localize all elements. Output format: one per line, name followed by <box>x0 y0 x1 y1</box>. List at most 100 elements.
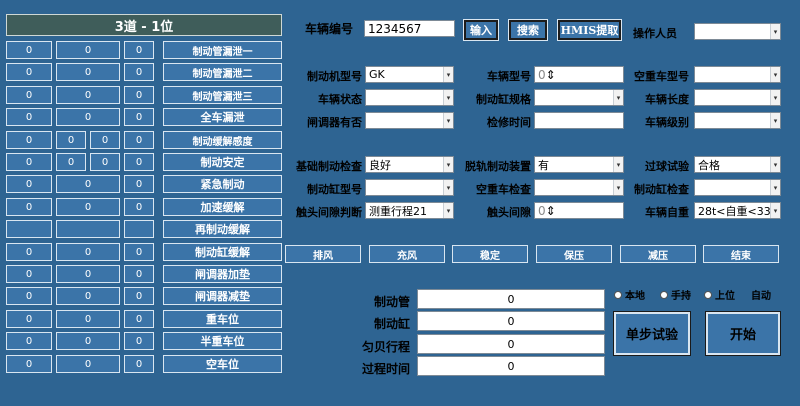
mode-local-radio[interactable]: 本地 <box>614 287 645 302</box>
action-button[interactable]: 充风 <box>369 245 445 263</box>
gap-field[interactable]: 0 ⇕ <box>534 202 624 219</box>
readout-value: 0 <box>417 311 605 331</box>
value-cell: 0 <box>6 108 52 126</box>
chevron-down-icon[interactable]: ▾ <box>613 157 623 172</box>
readout-label: 匀贝行程 <box>361 340 410 354</box>
hump-label: 过球试验 <box>645 160 689 173</box>
empty-check-label: 空重车检查 <box>476 183 531 196</box>
empty-heavy-label: 空重车型号 <box>634 70 689 83</box>
vehicle-state-label: 车辆状态 <box>318 93 362 106</box>
chevron-down-icon[interactable]: ▾ <box>443 203 453 218</box>
vehicle-state-select[interactable]: ▾ <box>365 89 454 106</box>
spinner-icon[interactable]: ⇕ <box>546 68 556 82</box>
hmis-extract-button[interactable]: HMIS提取 <box>557 19 622 41</box>
value-cell: 0 <box>90 131 120 149</box>
vehicle-no-input[interactable]: 1234567 <box>364 20 455 37</box>
value-cell: 0 <box>6 287 52 305</box>
car-level-select[interactable]: ▾ <box>694 112 781 129</box>
test-item-button[interactable]: 半重车位 <box>163 332 282 350</box>
test-item-button[interactable]: 加速缓解 <box>163 198 282 216</box>
action-button[interactable]: 稳定 <box>452 245 528 263</box>
chevron-down-icon[interactable]: ▾ <box>613 180 623 195</box>
input-button[interactable]: 输入 <box>463 19 499 41</box>
test-item-button[interactable]: 制动管漏泄二 <box>163 63 282 81</box>
test-item-button[interactable]: 再制动缓解 <box>163 220 282 238</box>
repair-time-field[interactable] <box>534 112 624 129</box>
empty-cell <box>56 220 120 238</box>
operator-select[interactable]: ▾ <box>694 23 781 40</box>
value-cell: 0 <box>6 86 52 104</box>
value-cell: 0 <box>56 198 120 216</box>
value-cell: 0 <box>56 153 86 171</box>
test-item-button[interactable]: 制动缓解感度 <box>163 131 282 149</box>
test-item-button[interactable]: 制动管漏泄一 <box>163 41 282 59</box>
value-cell: 0 <box>56 41 120 59</box>
car-length-select[interactable]: ▾ <box>694 89 781 106</box>
value-cell: 0 <box>124 198 154 216</box>
gap-judge-label: 触头间隙判断 <box>296 206 362 219</box>
search-button[interactable]: 搜索 <box>508 19 548 41</box>
test-item-button[interactable]: 制动管漏泄三 <box>163 86 282 104</box>
value-cell: 0 <box>6 332 52 350</box>
radio-dot-icon <box>660 290 668 299</box>
action-button[interactable]: 结束 <box>703 245 779 263</box>
mode-manual-radio[interactable]: 手持 <box>660 287 691 302</box>
value-cell: 0 <box>6 198 52 216</box>
value-cell: 0 <box>6 243 52 261</box>
chevron-down-icon[interactable]: ▾ <box>770 67 780 82</box>
chevron-down-icon[interactable]: ▾ <box>770 113 780 128</box>
test-item-button[interactable]: 闸调器减垫 <box>163 287 282 305</box>
adjuster-select[interactable]: ▾ <box>365 112 454 129</box>
position-title: 3道 - 1位 <box>6 14 282 36</box>
value-cell: 0 <box>124 41 154 59</box>
empty-heavy-select[interactable]: ▾ <box>694 66 781 83</box>
value-cell: 0 <box>124 310 154 328</box>
value-cell: 0 <box>90 153 120 171</box>
test-item-button[interactable]: 重车位 <box>163 310 282 328</box>
hump-select[interactable]: 合格 ▾ <box>694 156 781 173</box>
chevron-down-icon[interactable]: ▾ <box>443 67 453 82</box>
chevron-down-icon[interactable]: ▾ <box>443 157 453 172</box>
start-button[interactable]: 开始 <box>705 311 781 356</box>
chevron-down-icon[interactable]: ▾ <box>613 90 623 105</box>
spinner-icon[interactable]: ⇕ <box>546 204 556 218</box>
mode-upper-radio[interactable]: 上位 <box>704 287 735 302</box>
mode-upper-label: 上位 <box>715 291 735 302</box>
chevron-down-icon[interactable]: ▾ <box>770 203 780 218</box>
derail-label: 脱轨制动装置 <box>465 160 531 173</box>
brake-model-select[interactable]: GK ▾ <box>365 66 454 83</box>
test-item-button[interactable]: 制动安定 <box>163 153 282 171</box>
test-item-button[interactable]: 闸调器加垫 <box>163 265 282 283</box>
value-cell: 0 <box>124 63 154 81</box>
gap-judge-select[interactable]: 测重行程21 ▾ <box>365 202 454 219</box>
empty-cell <box>124 220 154 238</box>
test-item-button[interactable]: 全车漏泄 <box>163 108 282 126</box>
self-weight-label: 车辆自重 <box>645 206 689 219</box>
chevron-down-icon[interactable]: ▾ <box>770 90 780 105</box>
empty-check-select[interactable]: ▾ <box>534 179 624 196</box>
action-button[interactable]: 保压 <box>536 245 612 263</box>
chevron-down-icon[interactable]: ▾ <box>770 180 780 195</box>
self-weight-select[interactable]: 28t<自重<33 ▾ <box>694 202 781 219</box>
car-model-field[interactable]: 0 ⇕ <box>534 66 624 83</box>
value-cell: 0 <box>56 175 120 193</box>
value-cell: 0 <box>56 86 120 104</box>
action-button[interactable]: 排风 <box>285 245 361 263</box>
chevron-down-icon[interactable]: ▾ <box>770 157 780 172</box>
test-item-button[interactable]: 空车位 <box>163 355 282 373</box>
value-cell: 0 <box>56 108 120 126</box>
test-item-button[interactable]: 紧急制动 <box>163 175 282 193</box>
test-item-button[interactable]: 制动缸缓解 <box>163 243 282 261</box>
cyl-spec-select[interactable]: ▾ <box>534 89 624 106</box>
chevron-down-icon[interactable]: ▾ <box>443 113 453 128</box>
basic-check-select[interactable]: 良好 ▾ <box>365 156 454 173</box>
action-button[interactable]: 减压 <box>620 245 696 263</box>
chevron-down-icon[interactable]: ▾ <box>443 180 453 195</box>
chevron-down-icon[interactable]: ▾ <box>443 90 453 105</box>
readout-value: 0 <box>417 334 605 354</box>
value-cell: 0 <box>124 175 154 193</box>
step-test-button[interactable]: 单步试验 <box>613 311 691 356</box>
cyl-check-select[interactable]: ▾ <box>694 179 781 196</box>
derail-select[interactable]: 有 ▾ <box>534 156 624 173</box>
cyl-type-select[interactable]: ▾ <box>365 179 454 196</box>
